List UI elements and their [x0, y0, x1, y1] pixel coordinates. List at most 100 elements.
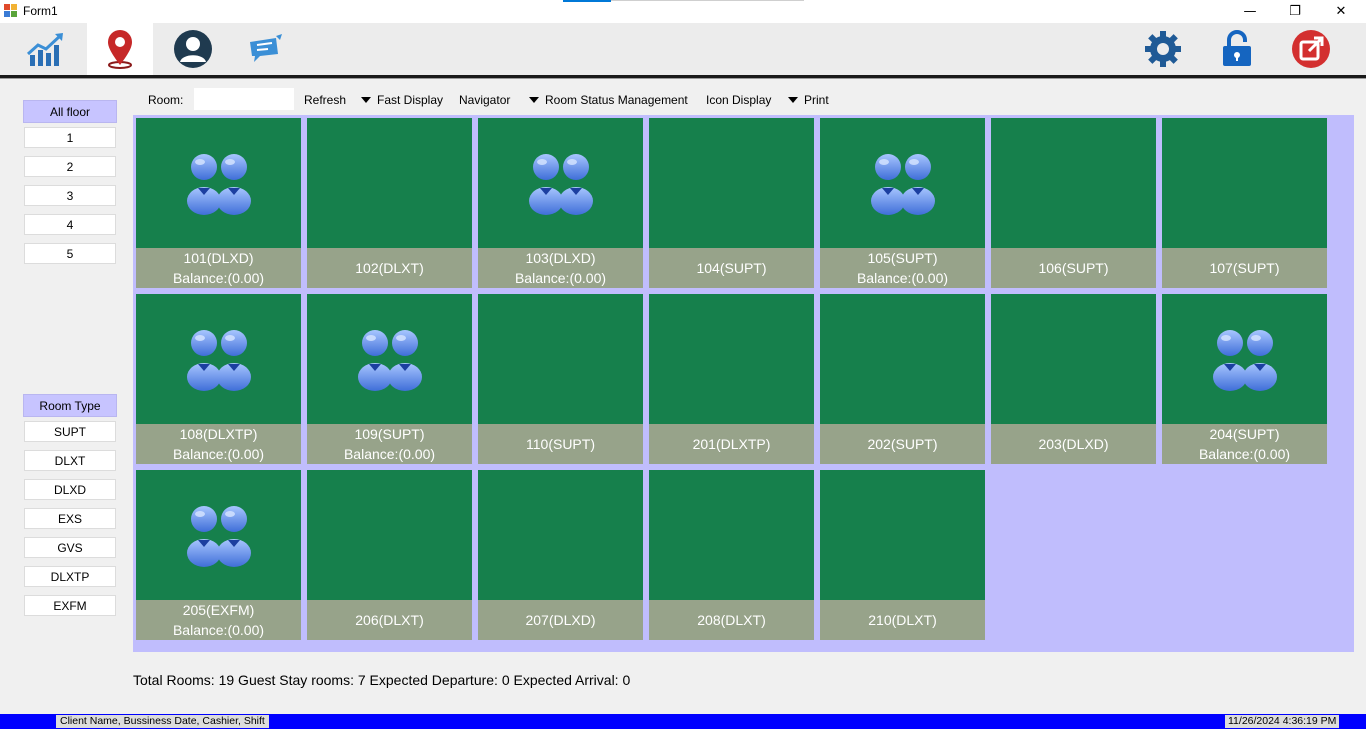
room-balance: Balance:(0.00) — [172, 622, 265, 638]
room-tile[interactable]: 204(SUPT) Balance:(0.00) — [1162, 294, 1327, 464]
room-balance: Balance:(0.00) — [1198, 446, 1291, 462]
room-type-button-supt[interactable]: SUPT — [24, 421, 116, 442]
print-label: Print — [804, 93, 829, 107]
room-name: 206(DLXT) — [355, 612, 424, 628]
exit-icon — [1292, 30, 1330, 68]
room-tile[interactable]: 105(SUPT) Balance:(0.00) — [820, 118, 985, 288]
room-label: 201(DLXTP) — [649, 424, 814, 464]
fast-display-label: Fast Display — [377, 93, 444, 107]
room-status-button[interactable] — [87, 23, 153, 75]
floor-button-4[interactable]: 4 — [24, 214, 116, 235]
minimize-button[interactable]: — — [1227, 0, 1273, 23]
room-status-management-button[interactable]: Room Status Management — [529, 92, 688, 108]
messages-button[interactable] — [233, 23, 299, 75]
room-tile[interactable]: 102(DLXT) — [307, 118, 472, 288]
room-tile[interactable]: 202(SUPT) — [820, 294, 985, 464]
gear-icon — [1145, 31, 1181, 67]
room-tile[interactable]: 104(SUPT) — [649, 118, 814, 288]
room-label: 109(SUPT) Balance:(0.00) — [307, 424, 472, 464]
room-label: 205(EXFM) Balance:(0.00) — [136, 600, 301, 640]
room-summary: Total Rooms: 19 Guest Stay rooms: 7 Expe… — [133, 672, 631, 688]
floor-button-1[interactable]: 1 — [24, 127, 116, 148]
room-label: 104(SUPT) — [649, 248, 814, 288]
reports-button[interactable] — [13, 23, 79, 75]
room-tile[interactable]: 205(EXFM) Balance:(0.00) — [136, 470, 301, 640]
navigator-button[interactable]: Navigator — [459, 92, 510, 108]
room-tile[interactable]: 106(SUPT) — [991, 118, 1156, 288]
room-label: Room: — [148, 93, 184, 107]
room-type-button-gvs[interactable]: GVS — [24, 537, 116, 558]
guest-icon — [1210, 327, 1280, 391]
room-name: 210(DLXT) — [868, 612, 937, 628]
print-button[interactable]: Print — [788, 92, 829, 108]
app-icon — [4, 4, 18, 18]
room-label: 106(SUPT) — [991, 248, 1156, 288]
room-name: 203(DLXD) — [1038, 436, 1109, 452]
room-name: 107(SUPT) — [1209, 260, 1280, 276]
room-tile[interactable]: 210(DLXT) — [820, 470, 985, 640]
exit-button[interactable] — [1278, 23, 1344, 75]
room-name: 105(SUPT) — [867, 250, 938, 266]
room-tile[interactable]: 203(DLXD) — [991, 294, 1156, 464]
guest-icon — [184, 503, 254, 567]
title-divider — [611, 0, 804, 1]
room-label: 206(DLXT) — [307, 600, 472, 640]
room-type-button-dlxtp[interactable]: DLXTP — [24, 566, 116, 587]
chat-icon — [250, 34, 282, 62]
fast-display-button[interactable]: Fast Display — [361, 92, 443, 108]
room-type-button-dlxd[interactable]: DLXD — [24, 479, 116, 500]
maximize-button[interactable]: ❐ — [1272, 0, 1318, 23]
refresh-button[interactable]: Refresh — [304, 92, 346, 108]
toolbar-divider-shadow — [0, 78, 1366, 79]
room-tile[interactable]: 201(DLXTP) — [649, 294, 814, 464]
room-type-button-exfm[interactable]: EXFM — [24, 595, 116, 616]
room-tile[interactable]: 206(DLXT) — [307, 470, 472, 640]
room-tile[interactable]: 110(SUPT) — [478, 294, 643, 464]
room-name: 201(DLXTP) — [692, 436, 771, 452]
room-tile[interactable]: 107(SUPT) — [1162, 118, 1327, 288]
user-icon — [174, 30, 212, 68]
guest-icon — [355, 327, 425, 391]
room-type-header[interactable]: Room Type — [23, 394, 117, 417]
settings-button[interactable] — [1130, 23, 1196, 75]
room-label: 107(SUPT) — [1162, 248, 1327, 288]
room-label: 103(DLXD) Balance:(0.00) — [478, 248, 643, 288]
room-tile[interactable]: 207(DLXD) — [478, 470, 643, 640]
room-name: 202(SUPT) — [867, 436, 938, 452]
floor-button-5[interactable]: 5 — [24, 243, 116, 264]
title-bar: Form1 — ❐ ✕ — [0, 0, 1366, 23]
room-search-input[interactable] — [194, 88, 294, 110]
room-label: 203(DLXD) — [991, 424, 1156, 464]
room-tile[interactable]: 103(DLXD) Balance:(0.00) — [478, 118, 643, 288]
room-tile[interactable]: 101(DLXD) Balance:(0.00) — [136, 118, 301, 288]
room-label: 101(DLXD) Balance:(0.00) — [136, 248, 301, 288]
guest-icon — [184, 327, 254, 391]
close-button[interactable]: ✕ — [1318, 0, 1364, 23]
room-name: 102(DLXT) — [355, 260, 424, 276]
room-tile[interactable]: 208(DLXT) — [649, 470, 814, 640]
room-status-management-label: Room Status Management — [545, 93, 688, 107]
room-label: 202(SUPT) — [820, 424, 985, 464]
room-name: 208(DLXT) — [697, 612, 766, 628]
floor-button-2[interactable]: 2 — [24, 156, 116, 177]
dropdown-caret-icon — [788, 97, 798, 103]
icon-display-button[interactable]: Icon Display — [706, 92, 771, 108]
lock-button[interactable] — [1204, 23, 1270, 75]
room-tile[interactable]: 109(SUPT) Balance:(0.00) — [307, 294, 472, 464]
title-accent — [563, 0, 611, 2]
guest-button[interactable] — [160, 23, 226, 75]
room-type-button-dlxt[interactable]: DLXT — [24, 450, 116, 471]
guest-icon — [184, 151, 254, 215]
room-name: 104(SUPT) — [696, 260, 767, 276]
room-tile[interactable]: 108(DLXTP) Balance:(0.00) — [136, 294, 301, 464]
all-floor-button[interactable]: All floor — [23, 100, 117, 123]
room-type-button-exs[interactable]: EXS — [24, 508, 116, 529]
room-balance: Balance:(0.00) — [172, 446, 265, 462]
guest-icon — [526, 151, 596, 215]
floor-button-3[interactable]: 3 — [24, 185, 116, 206]
room-balance: Balance:(0.00) — [343, 446, 436, 462]
status-client-info: Client Name, Bussiness Date, Cashier, Sh… — [56, 715, 269, 728]
room-grid: 101(DLXD) Balance:(0.00) 102(DLXT) 103(DLXD… — [133, 115, 1354, 652]
chart-icon — [26, 33, 63, 66]
room-name: 101(DLXD) — [183, 250, 254, 266]
